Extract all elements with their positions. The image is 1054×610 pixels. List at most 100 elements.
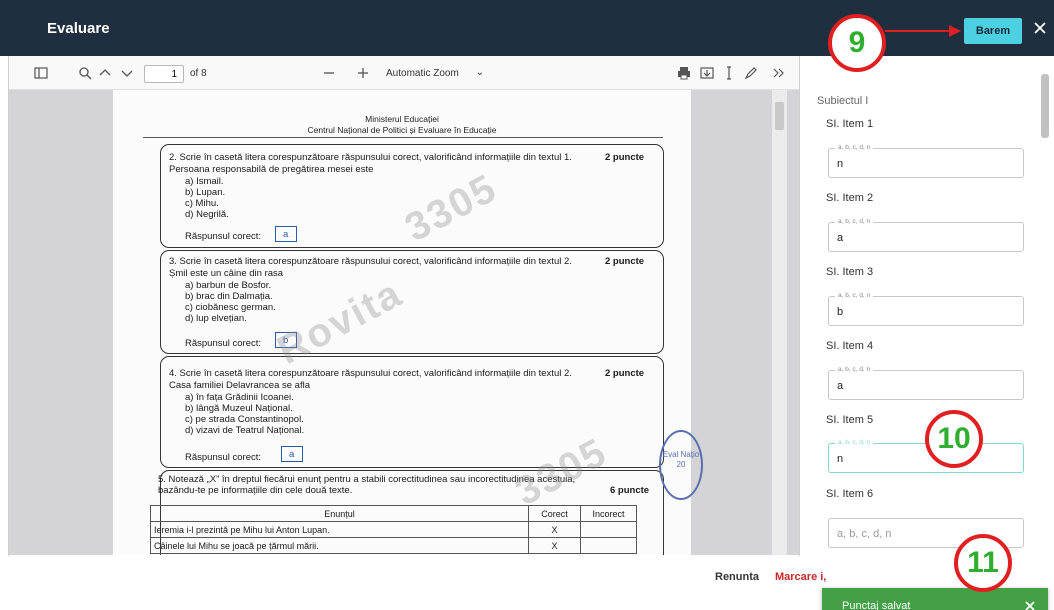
item-label-4: SI. Item 4 <box>826 340 874 352</box>
q3-option-c: c) ciobănesc german. <box>185 302 276 313</box>
pdf-scrollbar[interactable] <box>772 90 787 555</box>
q3-answer-label: Răspunsul corect: <box>185 338 262 349</box>
q5-row2-statement: Câinele lui Mihu se joacă pe țărmul mări… <box>150 537 529 554</box>
q2-answer-label: Răspunsul corect: <box>185 231 262 242</box>
item-field-4[interactable]: a, b, c, d, n <box>828 366 1024 400</box>
text-cursor-icon[interactable] <box>721 65 737 81</box>
zoom-out-icon[interactable] <box>321 65 337 81</box>
q4-option-c: c) pe strada Constantinopol. <box>185 414 304 425</box>
item-field-2[interactable]: a, b, c, d, n <box>828 218 1024 252</box>
pdf-scroll-thumb[interactable] <box>775 102 784 130</box>
q4-prompt: Casa familiei Delavrancea se afla <box>169 380 310 391</box>
q2-points: 2 puncte <box>605 152 645 163</box>
q4-answer-label: Răspunsul corect: <box>185 452 262 463</box>
item-input-2[interactable] <box>837 232 1015 244</box>
q5-row1-corect: X <box>528 521 581 538</box>
q5-table: Enunțul Corect Incorect Ieremia i-l prez… <box>150 505 637 554</box>
mark-button[interactable]: Marcare i, <box>775 571 826 583</box>
q2-option-a: a) Ismail. <box>185 176 224 187</box>
annotation-badge-10: 10 <box>925 410 983 468</box>
close-icon[interactable] <box>1032 20 1048 36</box>
q5-header-statement: Enunțul <box>150 505 529 522</box>
q3-option-b: b) brac din Dalmația. <box>185 291 273 302</box>
zoom-select[interactable]: Automatic Zoom ⌄ <box>380 64 490 84</box>
q5-text2: bazându-te pe informațiile din cele două… <box>158 485 353 496</box>
annotation-badge-9: 9 <box>828 14 886 72</box>
q3-prompt: Șmil este un câine din rasa <box>169 268 284 279</box>
evaluation-app: Evaluare Barem 1 of 8 Automatic Zoom ⌄ M… <box>0 0 1054 610</box>
field-legend: a, b, c, d, n <box>835 439 874 446</box>
q5-row1-incorect <box>580 521 637 538</box>
previous-page-icon[interactable] <box>97 65 113 81</box>
stamp-text: Eval Națio 20 <box>662 450 700 469</box>
page-title: Evaluare <box>47 20 110 37</box>
item-input-1[interactable] <box>837 158 1015 170</box>
panel-scroll-thumb[interactable] <box>1041 74 1049 138</box>
search-icon[interactable] <box>77 65 93 81</box>
q2-prompt: Persoana responsabilă de pregătirea mese… <box>169 164 374 175</box>
q3-option-d: d) lup elvețian. <box>185 313 247 324</box>
doc-header-center: Centrul Național de Politici și Evaluare… <box>307 125 497 135</box>
field-legend: a, b, c, d, n <box>835 366 874 373</box>
saved-toast: Punctaj salvat <box>822 588 1048 610</box>
doc-divider <box>143 137 663 138</box>
q5-row1-statement: Ieremia i-l prezintă pe Mihu lui Anton L… <box>150 521 529 538</box>
q4-points: 2 puncte <box>605 368 645 379</box>
annotation-badge-11: 11 <box>954 534 1012 592</box>
q2-text: 2. Scrie în casetă litera corespunzătoar… <box>169 152 572 163</box>
close-icon[interactable] <box>1024 600 1036 610</box>
q2-option-b: b) Lupan. <box>185 187 226 198</box>
draw-icon[interactable] <box>743 65 759 81</box>
q5-table-header: Enunțul Corect Incorect <box>150 505 637 522</box>
q5-points: 6 puncte <box>610 485 650 496</box>
item-label-3: SI. Item 3 <box>826 266 874 278</box>
q5-row2-incorect <box>580 537 637 554</box>
q5-header-incorect: Incorect <box>580 505 637 522</box>
item-input-5[interactable] <box>837 453 1015 465</box>
item-label-1: SI. Item 1 <box>826 118 874 130</box>
q4-answer: a <box>289 449 295 460</box>
item-field-1[interactable]: a, b, c, d, n <box>828 144 1024 178</box>
item-input-3[interactable] <box>837 306 1015 318</box>
q3-option-a: a) barbun de Bosfor. <box>185 280 272 291</box>
download-icon[interactable] <box>699 65 715 81</box>
next-page-icon[interactable] <box>119 65 135 81</box>
q4-text: 4. Scrie în casetă litera corespunzătoar… <box>169 368 572 379</box>
section-title: Subiectul I <box>817 95 869 107</box>
item-input-4[interactable] <box>837 380 1015 392</box>
page-total-label: of 8 <box>190 68 207 79</box>
field-legend: a, b, c, d, n <box>835 144 874 151</box>
q2-option-c: c) Mihu. <box>185 198 219 209</box>
field-legend: a, b, c, d, n <box>835 292 874 299</box>
chevron-down-icon: ⌄ <box>475 67 484 78</box>
table-row: Ieremia i-l prezintă pe Mihu lui Anton L… <box>150 521 637 538</box>
barem-button[interactable]: Barem <box>964 18 1022 44</box>
panel-scrollbar[interactable] <box>1038 62 1052 556</box>
zoom-in-icon[interactable] <box>355 65 371 81</box>
annotation-arrow <box>885 25 961 37</box>
stamp: Eval Națio 20 <box>659 430 703 500</box>
cancel-button[interactable]: Renunta <box>715 571 759 583</box>
doc-header-ministry: Ministerul Educației <box>365 114 439 124</box>
page-number-input[interactable] <box>144 65 184 83</box>
q3-text: 3. Scrie în casetă litera corespunzătoar… <box>169 256 572 267</box>
item-label-5: SI. Item 5 <box>826 414 874 426</box>
q4-option-a: a) în fața Grădinii Icoanei. <box>185 392 294 403</box>
more-tools-icon[interactable] <box>771 65 787 81</box>
table-row: Câinele lui Mihu se joacă pe țărmul mări… <box>150 537 637 554</box>
q5-row2-corect: X <box>528 537 581 554</box>
field-legend: a, b, c, d, n <box>835 218 874 225</box>
pdf-viewer[interactable]: Ministerul Educației Centrul Național de… <box>9 90 799 555</box>
q2-option-d: d) Negrilă. <box>185 209 229 220</box>
item-label-6: SI. Item 6 <box>826 488 874 500</box>
item-label-2: SI. Item 2 <box>826 192 874 204</box>
q4-option-d: d) vizavi de Teatrul Național. <box>185 425 305 436</box>
sidebar-toggle-icon[interactable] <box>33 65 49 81</box>
pdf-page: Ministerul Educației Centrul Național de… <box>113 90 691 555</box>
zoom-select-value: Automatic Zoom <box>386 68 459 79</box>
item-field-3[interactable]: a, b, c, d, n <box>828 292 1024 326</box>
print-icon[interactable] <box>676 65 692 81</box>
q3-points: 2 puncte <box>605 256 645 267</box>
toast-message: Punctaj salvat <box>842 600 911 610</box>
q4-option-b: b) lângă Muzeul Național. <box>185 403 293 414</box>
